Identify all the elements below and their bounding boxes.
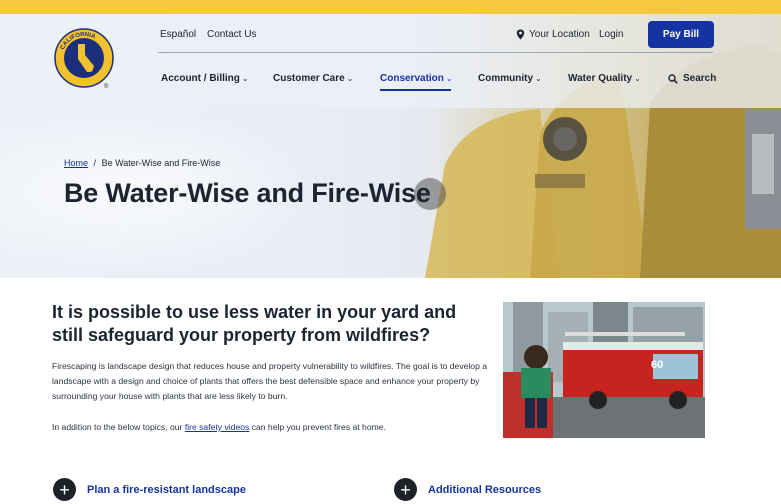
location-pin-icon bbox=[516, 29, 525, 40]
topic-plan-landscape[interactable]: + Plan a fire-resistant landscape bbox=[53, 478, 246, 501]
search-icon bbox=[668, 73, 678, 84]
chevron-down-icon: ⌄ bbox=[241, 74, 249, 83]
fire-safety-videos-note: In addition to the below topics, our fir… bbox=[52, 420, 492, 435]
topic-plan-landscape-label: Plan a fire-resistant landscape bbox=[87, 483, 246, 496]
videos-note-after: can help you prevent fires at home. bbox=[251, 422, 386, 432]
chevron-down-icon: ⌄ bbox=[535, 74, 542, 83]
chevron-down-icon: ⌄ bbox=[346, 74, 354, 83]
login-link[interactable]: Login bbox=[599, 29, 623, 40]
page-title: Be Water-Wise and Fire-Wise bbox=[64, 178, 431, 208]
nav-community-label: Community bbox=[478, 73, 533, 84]
plus-circle-icon: + bbox=[394, 478, 417, 501]
search-label: Search bbox=[683, 73, 717, 84]
chevron-down-icon: ⌄ bbox=[634, 74, 641, 83]
topic-additional-resources-label: Additional Resources bbox=[428, 483, 542, 496]
firescaping-paragraph: Firescaping is landscape design that red… bbox=[52, 361, 488, 401]
breadcrumb: Home / Be Water-Wise and Fire-Wise bbox=[64, 158, 220, 168]
fire-truck-photo: 60 bbox=[503, 302, 705, 438]
fire-safety-videos-link[interactable]: fire safety videos bbox=[185, 422, 249, 432]
nav-account-billing[interactable]: Account / Billing ⌄ bbox=[161, 73, 249, 84]
cal-water-logo[interactable]: CALIFORNIA WATER SERVICE bbox=[54, 28, 114, 88]
plus-circle-icon: + bbox=[53, 478, 76, 501]
truck-number-label: 60 bbox=[651, 359, 663, 371]
nav-customer-care[interactable]: Customer Care ⌄ bbox=[273, 73, 353, 84]
top-accent-stripe bbox=[0, 0, 781, 14]
nav-conservation[interactable]: Conservation ⌄ bbox=[380, 73, 453, 84]
chevron-down-icon: ⌄ bbox=[445, 74, 453, 83]
your-location-label: Your Location bbox=[529, 29, 590, 40]
nav-active-indicator bbox=[380, 89, 451, 91]
contact-us-link[interactable]: Contact Us bbox=[207, 29, 256, 40]
nav-water-quality-label: Water Quality bbox=[568, 73, 633, 84]
your-location-link[interactable]: Your Location bbox=[516, 29, 590, 40]
breadcrumb-separator: / bbox=[93, 158, 97, 168]
espanol-link[interactable]: Español bbox=[160, 29, 196, 40]
topic-additional-resources[interactable]: + Additional Resources bbox=[394, 478, 541, 501]
intro-heading: It is possible to use less water in your… bbox=[52, 302, 457, 345]
pay-bill-button[interactable]: Pay Bill bbox=[648, 21, 714, 48]
breadcrumb-current: Be Water-Wise and Fire-Wise bbox=[101, 158, 221, 168]
nav-customer-care-label: Customer Care bbox=[273, 73, 345, 84]
nav-water-quality[interactable]: Water Quality ⌄ bbox=[568, 73, 641, 84]
registered-mark: ® bbox=[104, 84, 109, 90]
header-divider bbox=[158, 52, 713, 53]
nav-conservation-label: Conservation bbox=[380, 73, 444, 84]
nav-community[interactable]: Community ⌄ bbox=[478, 73, 542, 84]
nav-account-billing-label: Account / Billing bbox=[161, 73, 240, 84]
search-button[interactable]: Search bbox=[668, 73, 716, 84]
videos-note-before: In addition to the below topics, our bbox=[52, 422, 183, 432]
breadcrumb-home-link[interactable]: Home bbox=[64, 158, 88, 168]
